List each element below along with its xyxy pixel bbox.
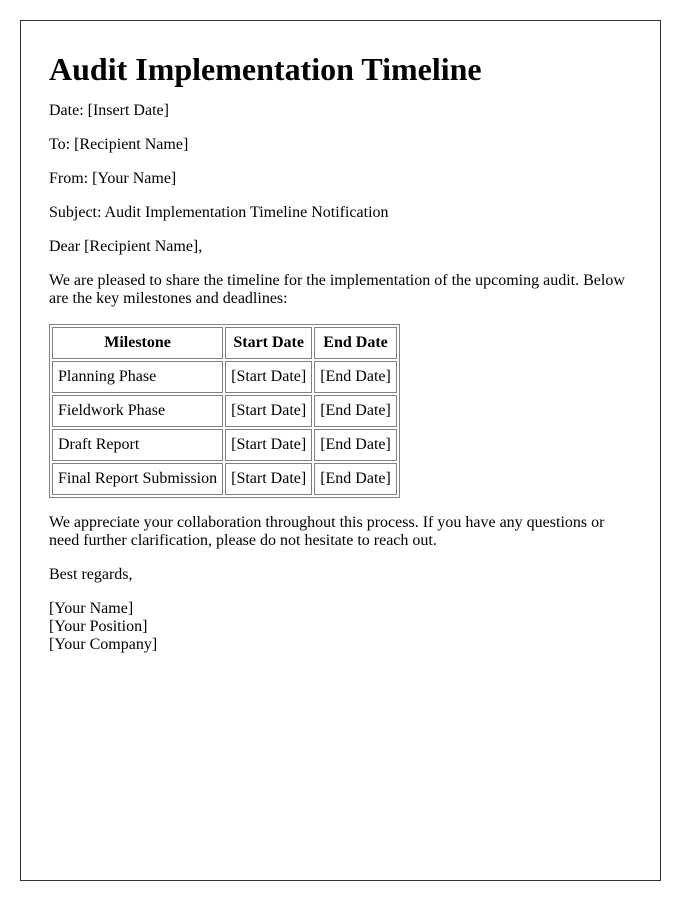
start-date-cell: [Start Date] bbox=[225, 395, 313, 428]
signature-block: [Your Name] [Your Position] [Your Compan… bbox=[49, 600, 632, 654]
milestone-table: Milestone Start Date End Date Planning P… bbox=[49, 324, 400, 499]
end-date-cell: [End Date] bbox=[314, 395, 397, 428]
start-date-cell: [Start Date] bbox=[225, 361, 313, 394]
letter-page: Audit Implementation Timeline Date: [Ins… bbox=[20, 20, 661, 881]
milestone-cell: Final Report Submission bbox=[52, 463, 224, 496]
to-line: To: [Recipient Name] bbox=[49, 136, 189, 154]
intro-paragraph: We are pleased to share the timeline for… bbox=[49, 272, 625, 308]
end-date-cell: [End Date] bbox=[314, 463, 397, 496]
header-start-date: Start Date bbox=[225, 327, 313, 360]
table-row: Planning Phase [Start Date] [End Date] bbox=[52, 361, 397, 394]
sign-off: Best regards, bbox=[49, 566, 133, 584]
signature-position: [Your Position] bbox=[49, 618, 148, 636]
end-date-cell: [End Date] bbox=[314, 361, 397, 394]
signature-company: [Your Company] bbox=[49, 636, 158, 654]
subject-line: Subject: Audit Implementation Timeline N… bbox=[49, 204, 389, 222]
table-header-row: Milestone Start Date End Date bbox=[52, 327, 397, 360]
header-end-date: End Date bbox=[314, 327, 397, 360]
closing-paragraph: We appreciate your collaboration through… bbox=[49, 514, 605, 550]
milestone-cell: Draft Report bbox=[52, 429, 224, 462]
signature-name: [Your Name] bbox=[49, 600, 134, 618]
table-row: Draft Report [Start Date] [End Date] bbox=[52, 429, 397, 462]
table-row: Fieldwork Phase [Start Date] [End Date] bbox=[52, 395, 397, 428]
table-row: Final Report Submission [Start Date] [En… bbox=[52, 463, 397, 496]
start-date-cell: [Start Date] bbox=[225, 463, 313, 496]
end-date-cell: [End Date] bbox=[314, 429, 397, 462]
page-title: Audit Implementation Timeline bbox=[49, 51, 482, 87]
date-line: Date: [Insert Date] bbox=[49, 102, 169, 120]
milestone-cell: Fieldwork Phase bbox=[52, 395, 224, 428]
milestone-cell: Planning Phase bbox=[52, 361, 224, 394]
start-date-cell: [Start Date] bbox=[225, 429, 313, 462]
from-line: From: [Your Name] bbox=[49, 170, 177, 188]
salutation: Dear [Recipient Name], bbox=[49, 238, 203, 256]
header-milestone: Milestone bbox=[52, 327, 224, 360]
